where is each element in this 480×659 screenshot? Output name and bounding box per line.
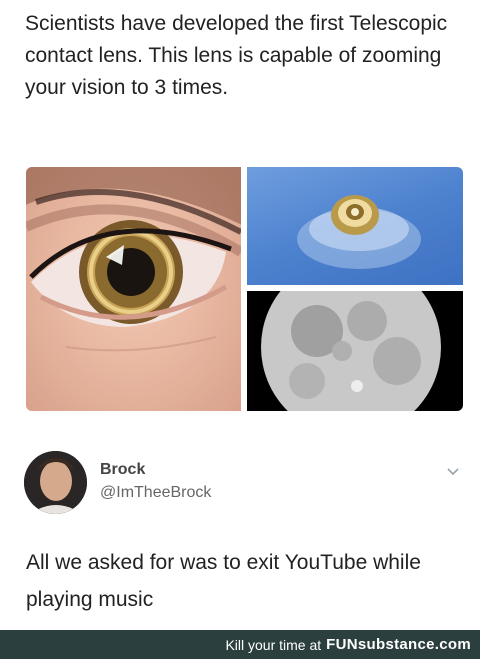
chevron-down-icon[interactable] [446,464,460,478]
footer-banner[interactable]: Kill your time at FUNsubstance.com [0,630,480,659]
contact-lens-photo [247,167,463,285]
moon-photo [247,291,463,411]
tweet-text: All we asked for was to exit YouTube whi… [26,551,421,611]
image-collage [26,167,463,411]
headline: Scientists have developed the first Tele… [25,12,448,99]
author-handle[interactable]: @ImTheeBrock [100,484,211,502]
author-name[interactable]: Brock [100,461,145,479]
footer-brand[interactable]: FUNsubstance.com [326,636,471,653]
eye-with-lens-photo [26,167,241,411]
footer-tagline: Kill your time at [225,636,322,653]
avatar[interactable] [24,451,87,514]
